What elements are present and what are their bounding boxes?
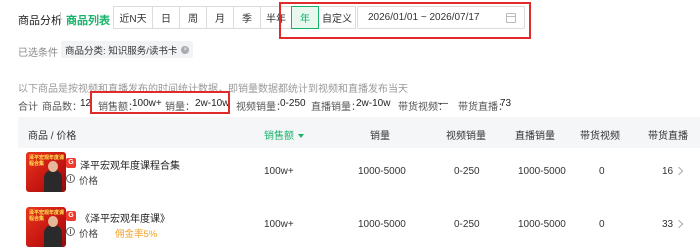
cell-video-promo: 0: [599, 219, 605, 230]
highlight-box-totals: [90, 91, 230, 114]
video-promo-value: —: [438, 98, 448, 109]
presenter-figure: [44, 170, 62, 192]
chevron-right-icon[interactable]: [674, 219, 684, 229]
product-thumbnail[interactable]: 泽平宏观年度课程合集: [26, 152, 66, 192]
filter-chip-category[interactable]: 商品分类: 知识服务/读书卡 ×: [61, 41, 194, 58]
col-product-price: 商品 / 价格: [28, 131, 77, 142]
cell-sales-amount: 100w+: [264, 219, 294, 230]
period-month[interactable]: 月: [206, 6, 234, 29]
live-sales-value: 2w-10w: [356, 98, 391, 109]
col-sales-amount[interactable]: 销售额: [264, 127, 304, 142]
table-row[interactable]: 泽平宏观年度课程合集 G 《泽平宏观年度课》 价格 佣金率5% 100w+ 10…: [18, 207, 700, 249]
video-sales-label: 视频销量：: [236, 102, 286, 113]
live-promo-value: 73: [500, 98, 512, 109]
period-week[interactable]: 周: [179, 6, 207, 29]
cell-live-promo: 16: [662, 166, 674, 177]
cell-live-sales: 1000-5000: [518, 166, 566, 177]
price-label: 价格: [79, 229, 99, 240]
cell-video-promo: 0: [599, 166, 605, 177]
period-year[interactable]: 年: [291, 6, 319, 29]
filter-chip-text: 商品分类: 知识服务/读书卡: [65, 45, 178, 57]
cell-video-sales: 0-250: [454, 219, 480, 230]
totals-label: 合计: [18, 102, 38, 113]
period-day[interactable]: 日: [152, 6, 180, 29]
product-title[interactable]: 泽平宏观年度课程合集: [80, 157, 180, 172]
shop-badge-icon: G: [66, 211, 76, 221]
cell-live-promo: 33: [662, 219, 674, 230]
cell-sales-volume: 1000-5000: [358, 166, 406, 177]
period-selector: 近N天 日 周 月 季 半年 年 自定义: [113, 6, 356, 29]
tab-divider: [60, 12, 61, 24]
live-sales-label: 直播销量：: [311, 102, 361, 113]
cell-sales-amount: 100w+: [264, 166, 294, 177]
period-quarter[interactable]: 季: [233, 6, 261, 29]
presenter-head: [48, 161, 58, 172]
product-title[interactable]: 《泽平宏观年度课》: [80, 210, 170, 225]
col-video-sales[interactable]: 视频销量: [446, 127, 486, 142]
table-header: 商品 / 价格 销售额 销量 视频销量 直播销量 带货视频 带货直播: [18, 117, 700, 148]
col-sales-amount-label: 销售额: [264, 131, 294, 142]
product-count-label: 商品数：: [42, 102, 82, 113]
product-thumbnail[interactable]: 泽平宏观年度课程合集: [26, 207, 66, 247]
table-row[interactable]: 泽平宏观年度课程合集 G 泽平宏观年度课程合集 价格 100w+ 1000-50…: [18, 152, 700, 200]
price-label: 价格: [79, 176, 99, 187]
shop-badge-icon: G: [66, 158, 76, 168]
presenter-head: [48, 216, 58, 227]
period-recent-n-days[interactable]: 近N天: [113, 6, 153, 29]
col-live-promo[interactable]: 带货直播: [648, 127, 688, 142]
col-video-promo[interactable]: 带货视频: [580, 127, 620, 142]
cell-sales-volume: 1000-5000: [358, 219, 406, 230]
col-live-sales[interactable]: 直播销量: [515, 127, 555, 142]
sort-desc-icon[interactable]: [298, 134, 304, 139]
cell-video-sales: 0-250: [454, 166, 480, 177]
tab-product-list[interactable]: 商品列表: [66, 12, 110, 28]
selected-filters-label: 已选条件: [18, 48, 58, 59]
price-icon: [66, 174, 75, 183]
commission-rate: 佣金率5%: [115, 229, 158, 240]
close-icon[interactable]: ×: [181, 45, 190, 54]
col-sales-volume[interactable]: 销量: [370, 127, 390, 142]
video-sales-value: 0-250: [280, 98, 306, 109]
price-icon: [66, 227, 75, 236]
chevron-right-icon[interactable]: [674, 166, 684, 176]
tab-product-analysis[interactable]: 商品分析: [18, 12, 62, 28]
cell-live-sales: 1000-5000: [518, 219, 566, 230]
presenter-figure: [44, 225, 62, 247]
